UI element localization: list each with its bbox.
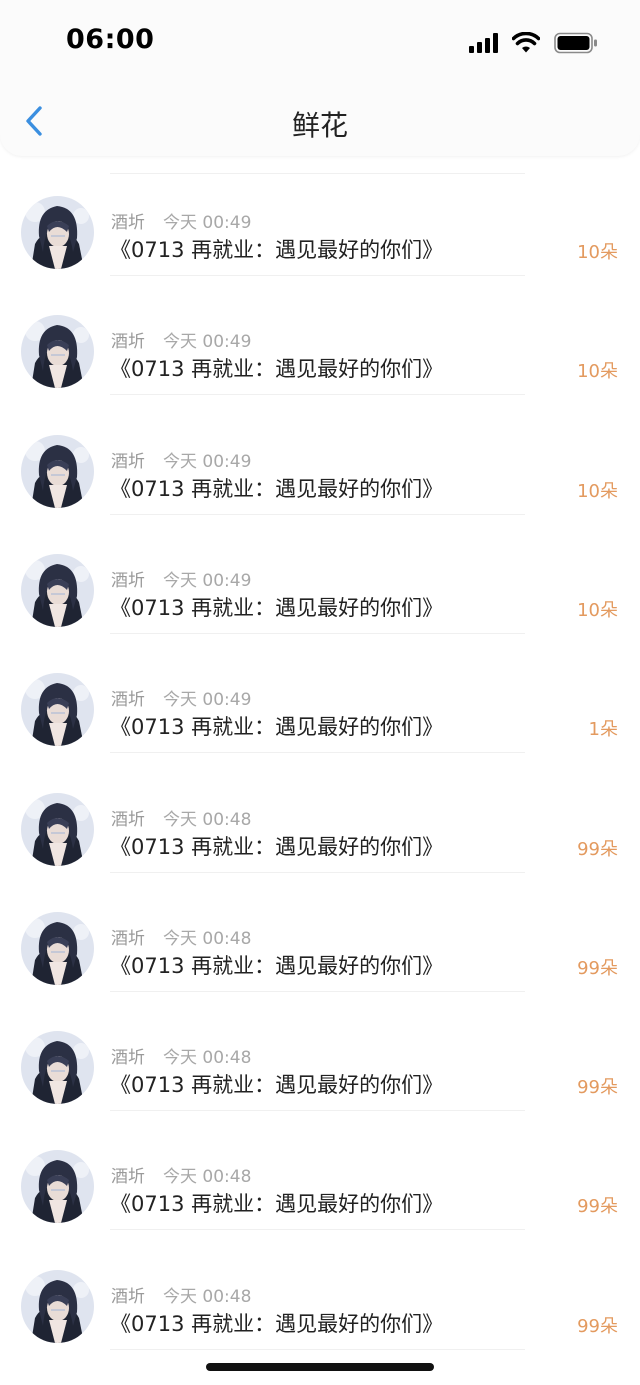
- avatar[interactable]: [21, 911, 94, 985]
- message-text: 《0713 再就业：遇见最好的你们》: [110, 1311, 444, 1336]
- list-item[interactable]: 酒圻 今天 00:48 《0713 再就业：遇见最好的你们》 99朵: [0, 753, 640, 873]
- list-item[interactable]: 酒圻 今天 00:48 《0713 再就业：遇见最好的你们》 99朵: [0, 1110, 640, 1231]
- list-item[interactable]: 酒圻 今天 00:49 《0713 再就业：遇见最好的你们》 10朵: [0, 156, 640, 276]
- username: 酒圻: [111, 809, 145, 830]
- item-meta: 酒圻 今天 00:48: [111, 1043, 251, 1068]
- battery-icon: [554, 32, 597, 54]
- message-text: 《0713 再就业：遇见最好的你们》: [110, 953, 444, 978]
- flower-amount: 10朵: [577, 361, 618, 383]
- username: 酒圻: [111, 451, 145, 472]
- timestamp: 今天 00:49: [163, 213, 252, 233]
- wifi-icon: [512, 32, 540, 53]
- flower-amount: 10朵: [577, 599, 618, 621]
- flower-amount: 99朵: [577, 1077, 618, 1099]
- flower-amount: 99朵: [577, 957, 618, 979]
- avatar[interactable]: [21, 1031, 94, 1105]
- timestamp: 今天 00:48: [163, 809, 252, 830]
- message-text: 《0713 再就业：遇见最好的你们》: [110, 595, 444, 620]
- list-item[interactable]: 酒圻 今天 00:49 《0713 再就业：遇见最好的你们》 10朵: [0, 514, 640, 634]
- flower-amount: 99朵: [577, 1196, 618, 1218]
- timestamp: 今天 00:48: [163, 1286, 252, 1307]
- list-item[interactable]: 酒圻 今天 00:48 《0713 再就业：遇见最好的你们》 99朵: [0, 1230, 640, 1350]
- item-meta: 酒圻 今天 00:48: [111, 1282, 251, 1307]
- timestamp: 今天 00:49: [163, 332, 252, 353]
- message-text: 《0713 再就业：遇见最好的你们》: [110, 476, 444, 501]
- divider: [110, 1348, 525, 1350]
- avatar[interactable]: [21, 315, 94, 389]
- item-meta: 酒圻 今天 00:49: [111, 685, 251, 710]
- avatar[interactable]: [21, 792, 94, 866]
- avatar[interactable]: [21, 1150, 94, 1224]
- item-meta: 酒圻 今天 00:49: [111, 566, 251, 591]
- page-title: 鲜花: [291, 109, 348, 142]
- timestamp: 今天 00:49: [163, 451, 252, 472]
- screen: 06:00 鲜花 酒圻 今天 00:49 《0713 再就业：遇见最好的你们》 …: [0, 0, 640, 1385]
- flower-amount: 10朵: [577, 480, 618, 502]
- message-text: 《0713 再就业：遇见最好的你们》: [110, 1073, 444, 1098]
- timestamp: 今天 00:49: [163, 570, 252, 591]
- list-item[interactable]: 酒圻 今天 00:48 《0713 再就业：遇见最好的你们》 99朵: [0, 991, 640, 1112]
- timestamp: 今天 00:49: [163, 690, 252, 711]
- item-meta: 酒圻 今天 00:49: [111, 327, 251, 352]
- item-meta: 酒圻 今天 00:49: [111, 208, 251, 233]
- username: 酒圻: [111, 1286, 145, 1307]
- avatar[interactable]: [21, 673, 94, 747]
- status-icons: [469, 30, 598, 56]
- header: 06:00 鲜花: [0, 0, 640, 156]
- item-meta: 酒圻 今天 00:48: [111, 1162, 251, 1187]
- signal-icon: [469, 33, 498, 53]
- home-indicator[interactable]: [206, 1363, 434, 1371]
- avatar[interactable]: [21, 196, 94, 269]
- list-item[interactable]: 酒圻 今天 00:49 《0713 再就业：遇见最好的你们》 1朵: [0, 633, 640, 754]
- message-text: 《0713 再就业：遇见最好的你们》: [110, 834, 444, 859]
- flower-amount: 99朵: [577, 838, 618, 860]
- nav-bar: 鲜花: [0, 90, 640, 152]
- username: 酒圻: [111, 570, 145, 591]
- username: 酒圻: [111, 690, 145, 711]
- message-text: 《0713 再就业：遇见最好的你们》: [110, 238, 444, 262]
- status-bar: 06:00: [0, 0, 640, 80]
- avatar[interactable]: [21, 1269, 94, 1343]
- avatar[interactable]: [21, 553, 94, 627]
- list-item[interactable]: 酒圻 今天 00:49 《0713 再就业：遇见最好的你们》 10朵: [0, 395, 640, 515]
- flower-amount: 99朵: [577, 1315, 618, 1337]
- status-time: 06:00: [66, 24, 155, 55]
- flower-amount: 10朵: [577, 242, 618, 263]
- message-text: 《0713 再就业：遇见最好的你们》: [110, 1192, 444, 1217]
- avatar[interactable]: [21, 434, 94, 508]
- message-text: 《0713 再就业：遇见最好的你们》: [110, 357, 444, 382]
- message-text: 《0713 再就业：遇见最好的你们》: [110, 715, 444, 740]
- username: 酒圻: [111, 1048, 145, 1069]
- username: 酒圻: [111, 928, 145, 949]
- item-meta: 酒圻 今天 00:49: [111, 447, 251, 472]
- timestamp: 今天 00:48: [163, 1048, 252, 1069]
- item-meta: 酒圻 今天 00:48: [111, 805, 251, 830]
- timestamp: 今天 00:48: [163, 1167, 252, 1188]
- username: 酒圻: [111, 332, 145, 353]
- timestamp: 今天 00:48: [163, 928, 252, 949]
- username: 酒圻: [111, 213, 145, 233]
- list-item[interactable]: 酒圻 今天 00:49 《0713 再就业：遇见最好的你们》 10朵: [0, 275, 640, 396]
- list-item[interactable]: 酒圻 今天 00:48 《0713 再就业：遇见最好的你们》 99朵: [0, 872, 640, 992]
- item-meta: 酒圻 今天 00:48: [111, 924, 251, 949]
- username: 酒圻: [111, 1167, 145, 1188]
- flower-amount: 1朵: [588, 719, 618, 741]
